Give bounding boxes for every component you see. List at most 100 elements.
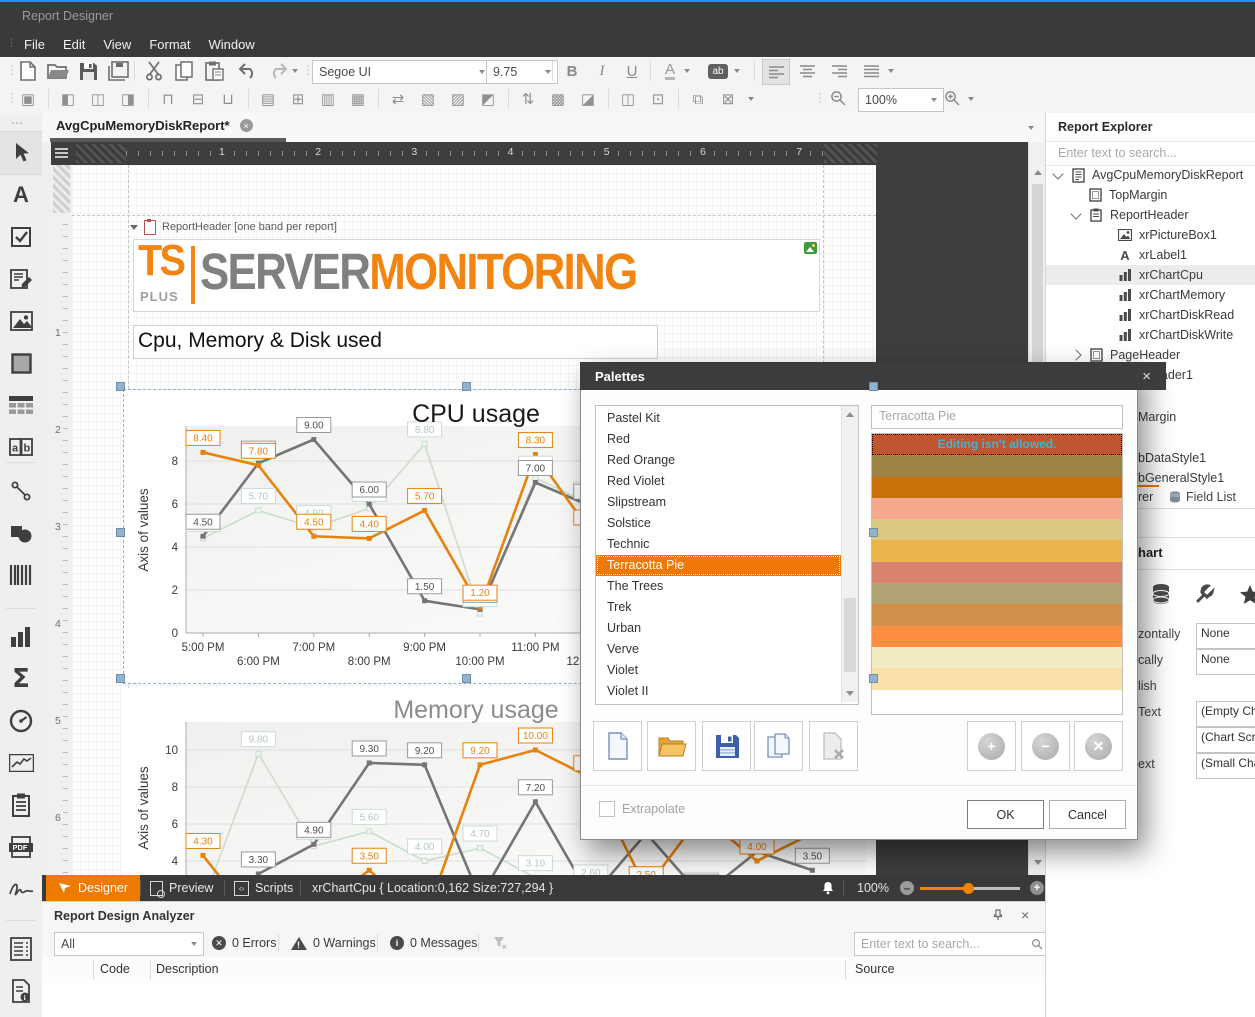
palette-color-row[interactable]	[872, 519, 1122, 540]
tree-item-fragment[interactable]: bDataStyle1	[1138, 451, 1206, 465]
errors-button[interactable]: ✕ 0 Errors	[212, 932, 276, 954]
selection-handle[interactable]	[462, 674, 471, 683]
toolbox-tool-line[interactable]	[0, 470, 42, 512]
selection-handle[interactable]	[116, 382, 125, 391]
warnings-button[interactable]: ! 0 Warnings	[291, 932, 376, 954]
tree-item-AvgCpuMemoryDiskReport[interactable]: AvgCpuMemoryDiskReport	[1046, 165, 1255, 185]
zoom-dropdown-icon[interactable]	[968, 88, 980, 110]
chevron-down-icon[interactable]	[1070, 208, 1081, 219]
toolbox-tool-sparkline[interactable]	[0, 742, 42, 784]
star-icon[interactable]	[1239, 584, 1255, 605]
tree-item-ReportHeader[interactable]: ReportHeader	[1046, 205, 1255, 225]
send-to-back-button[interactable]: ⊠	[716, 88, 740, 110]
wrench-icon[interactable]	[1195, 584, 1215, 604]
scroll-down-icon[interactable]	[1034, 860, 1042, 865]
palette-color-row[interactable]	[872, 455, 1122, 476]
zoom-slider[interactable]	[920, 887, 1020, 890]
palettes-dialog[interactable]: Palettes × Pastel KitRedRed OrangeRed Vi…	[580, 362, 1138, 840]
selection-handle[interactable]	[869, 528, 878, 537]
italic-button[interactable]: I	[590, 60, 614, 82]
align-dropdown-icon[interactable]	[888, 60, 900, 82]
scroll-up-icon[interactable]	[1034, 170, 1042, 175]
menu-item-format[interactable]: Format	[149, 37, 190, 52]
center-vertically-button[interactable]: ⊡	[646, 88, 670, 110]
toolbox-tool-label[interactable]: A	[0, 174, 42, 216]
toolbox-tool-pointer[interactable]	[0, 131, 42, 175]
toolbox-tool-chart[interactable]	[0, 616, 42, 658]
tree-item-fragment[interactable]: bGeneralStyle1	[1138, 471, 1224, 485]
selection-handle[interactable]	[116, 674, 125, 683]
tab-close-icon[interactable]: ×	[240, 119, 253, 132]
remove-h-spacing-button[interactable]: ◩	[476, 88, 500, 110]
palette-list-item[interactable]: Red	[596, 429, 841, 450]
report-title-label[interactable]: Cpu, Memory & Disk used	[133, 325, 658, 359]
toolbox-tool-pdf-content[interactable]: PDF	[0, 826, 42, 868]
save-all-button[interactable]	[106, 60, 130, 82]
checkbox-box[interactable]	[599, 801, 615, 817]
palette-color-row[interactable]	[872, 477, 1122, 498]
palette-list-item[interactable]: Slipstream	[596, 492, 841, 513]
dialog-close-icon[interactable]: ×	[1142, 368, 1151, 385]
bold-button[interactable]: B	[560, 60, 584, 82]
column-header-code[interactable]: Code	[100, 962, 130, 976]
redo-button[interactable]	[266, 60, 290, 82]
zoom-combo[interactable]: 100%	[858, 88, 944, 112]
palette-list-item[interactable]: The Trees	[596, 576, 841, 597]
toolbox-tool-check-box[interactable]	[0, 216, 42, 258]
palette-list-item[interactable]: Yellow	[596, 702, 841, 705]
zoom-out-button[interactable]	[830, 90, 846, 109]
analyzer-search-input[interactable]: Enter text to search...	[854, 932, 1050, 956]
palette-color-row[interactable]	[872, 647, 1122, 668]
palette-list[interactable]: Pastel KitRedRed OrangeRed VioletSlipstr…	[595, 405, 859, 705]
palette-list-item[interactable]: Terracotta Pie	[596, 555, 841, 576]
cancel-button[interactable]: Cancel	[1049, 800, 1126, 829]
property-value-box[interactable]: (Small Chart T	[1196, 753, 1255, 779]
palette-color-row[interactable]	[872, 626, 1122, 647]
palette-list-scrollbar[interactable]	[841, 406, 858, 702]
align-right-button[interactable]	[826, 60, 852, 82]
decrease-h-spacing-button[interactable]: ▨	[446, 88, 470, 110]
cut-button[interactable]	[142, 60, 166, 82]
extrapolate-checkbox[interactable]: Extrapolate	[599, 801, 685, 817]
align-centers-button[interactable]: ◫	[86, 88, 110, 110]
toolbox-tool-rich-text[interactable]	[0, 258, 42, 300]
toolbox-tool-panel[interactable]	[0, 342, 42, 384]
toolbox-tool-page-info[interactable]: i	[0, 970, 42, 1012]
make-same-size-button[interactable]: ▦	[346, 88, 370, 110]
increase-v-spacing-button[interactable]: ▩	[546, 88, 570, 110]
font-color-dropdown-icon[interactable]	[684, 60, 696, 82]
palette-list-item[interactable]: Pastel Kit	[596, 408, 841, 429]
save-palette-button[interactable]	[702, 721, 751, 771]
align-middles-button[interactable]: ⊟	[186, 88, 210, 110]
tree-item-xrChartDiskWrite[interactable]: xrChartDiskWrite	[1046, 325, 1255, 345]
palette-list-item[interactable]: Violet II	[596, 681, 841, 702]
copy-button[interactable]	[172, 60, 196, 82]
zoom-in-button[interactable]	[944, 90, 960, 109]
zoom-in-icon[interactable]: +	[1030, 881, 1044, 895]
align-lefts-button[interactable]: ◧	[56, 88, 80, 110]
toolbox-tool-shape[interactable]	[0, 512, 42, 554]
toolbox-tool-pivot-grid[interactable]: Σ	[0, 658, 42, 700]
severity-filter-combo[interactable]: All	[54, 932, 204, 956]
toolbox-tool-page-break[interactable]	[0, 784, 42, 826]
column-header-source[interactable]: Source	[855, 962, 895, 976]
property-value-box[interactable]: (Empty Chart	[1196, 701, 1255, 727]
palette-list-item[interactable]: Violet	[596, 660, 841, 681]
toolbox-tool-signature[interactable]	[0, 868, 42, 910]
toolbox-tool-picture-box[interactable]	[0, 300, 42, 342]
database-icon[interactable]	[1151, 583, 1171, 605]
tree-item-xrLabel1[interactable]: AxrLabel1	[1046, 245, 1255, 265]
copy-palette-button[interactable]	[754, 721, 803, 771]
font-size-combo[interactable]: 9.75	[486, 60, 558, 84]
menu-item-file[interactable]: File	[24, 37, 45, 52]
zoom-out-icon[interactable]: –	[900, 881, 914, 895]
property-value-box[interactable]: None	[1196, 623, 1255, 649]
palette-color-row[interactable]	[872, 604, 1122, 625]
column-header-description[interactable]: Description	[156, 962, 219, 976]
palette-color-row[interactable]: Editing isn't allowed.	[872, 434, 1122, 455]
palette-name-input[interactable]: Terracotta Pie	[871, 405, 1123, 429]
align-bottoms-button[interactable]: ⊔	[216, 88, 240, 110]
align-rights-button[interactable]: ◨	[116, 88, 140, 110]
palette-colors-list[interactable]: Editing isn't allowed.	[871, 433, 1123, 715]
menu-item-view[interactable]: View	[103, 37, 131, 52]
